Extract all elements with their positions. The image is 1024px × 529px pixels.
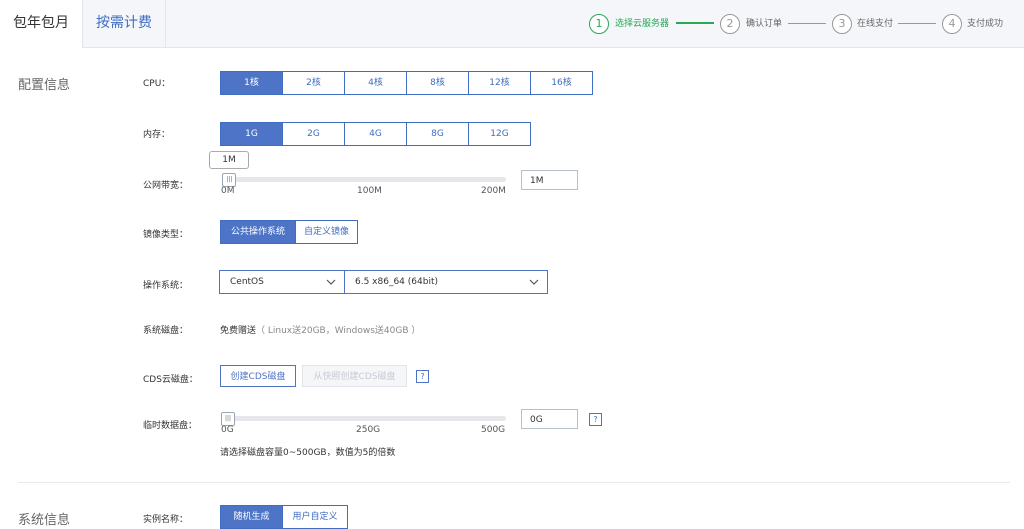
cpu-option-1[interactable]: 1核: [221, 72, 283, 94]
memory-selector: 1G 2G 4G 8G 12G: [220, 122, 531, 146]
step-2-label: 确认订单: [746, 19, 783, 29]
cds-help-icon[interactable]: ?: [416, 370, 429, 383]
instance-name-random[interactable]: 随机生成: [221, 506, 283, 528]
section-divider: [18, 482, 1010, 483]
create-cds-from-snapshot-button[interactable]: 从快照创建CDS磁盘: [302, 365, 407, 387]
os-version-value: 6.5 x86_64 (64bit): [355, 277, 438, 287]
image-type-selector: 公共操作系统 自定义镜像: [220, 220, 358, 244]
cpu-option-4[interactable]: 4核: [345, 72, 407, 94]
step-2-circle: 2: [720, 14, 740, 34]
os-distro-value: CentOS: [230, 277, 264, 287]
os-distro-select[interactable]: CentOS: [219, 270, 345, 294]
instance-name-selector: 随机生成 用户自定义: [220, 505, 348, 529]
system-disk-label: 系统磁盘：: [143, 326, 189, 336]
system-disk-text: 免费赠送: [220, 326, 257, 336]
step-connector: [676, 22, 714, 24]
image-type-custom[interactable]: 自定义镜像: [296, 221, 357, 243]
create-cds-button[interactable]: 创建CDS磁盘: [220, 365, 296, 387]
temp-disk-help-icon[interactable]: ?: [589, 413, 602, 426]
instance-name-label: 实例名称：: [143, 515, 189, 525]
chevron-down-icon: [326, 279, 336, 285]
cpu-option-8[interactable]: 8核: [407, 72, 469, 94]
instance-name-custom[interactable]: 用户自定义: [283, 506, 347, 528]
cpu-option-16[interactable]: 16核: [531, 72, 592, 94]
memory-option-1g[interactable]: 1G: [221, 123, 283, 145]
memory-label: 内存：: [143, 130, 171, 140]
temp-disk-tick-mid: 250G: [356, 425, 381, 435]
temp-disk-tick-max: 500G: [481, 425, 506, 435]
temp-disk-label: 临时数据盘：: [143, 421, 198, 431]
section-title-config: 配置信息: [18, 78, 71, 93]
temp-disk-slider-track[interactable]: [222, 416, 506, 421]
bandwidth-slider-track[interactable]: [222, 177, 506, 182]
cpu-selector: 1核 2核 4核 8核 12核 16核: [220, 71, 593, 95]
cds-label: CDS云磁盘：: [143, 375, 198, 385]
bandwidth-tick-mid: 100M: [357, 186, 382, 196]
section-title-system: 系统信息: [18, 513, 71, 528]
bandwidth-slider-handle[interactable]: |||: [222, 173, 237, 187]
bandwidth-tooltip: 1M: [209, 151, 249, 169]
os-label: 操作系统：: [143, 281, 189, 291]
cpu-label: CPU：: [143, 79, 171, 89]
memory-option-2g[interactable]: 2G: [283, 123, 345, 145]
step-4-label: 支付成功: [967, 19, 1004, 29]
memory-option-12g[interactable]: 12G: [469, 123, 530, 145]
bandwidth-label: 公网带宽：: [143, 181, 189, 191]
os-version-select[interactable]: 6.5 x86_64 (64bit): [344, 270, 548, 294]
step-3-label: 在线支付: [857, 19, 894, 29]
temp-disk-hint: 请选择磁盘容量0~500GB，数值为5的倍数: [220, 448, 396, 458]
step-connector: [898, 23, 936, 24]
system-disk-info: 免费赠送（ Linux送20GB，Windows送40GB ）: [220, 323, 420, 336]
temp-disk-tick-min: 0G: [221, 425, 234, 435]
bandwidth-tick-min: 0M: [221, 186, 235, 196]
cpu-option-12[interactable]: 12核: [469, 72, 531, 94]
bandwidth-input[interactable]: 1M: [521, 170, 578, 190]
step-4-circle: 4: [942, 14, 962, 34]
memory-option-4g[interactable]: 4G: [345, 123, 407, 145]
step-3-circle: 3: [832, 14, 852, 34]
step-1-label: 选择云服务器: [615, 19, 670, 29]
step-connector: [788, 23, 826, 24]
temp-disk-slider-handle[interactable]: |||: [221, 412, 235, 426]
temp-disk-input[interactable]: 0G: [521, 409, 578, 429]
memory-option-8g[interactable]: 8G: [407, 123, 469, 145]
chevron-down-icon: [529, 279, 539, 285]
tab-pay-per-use[interactable]: 按需计费: [83, 0, 166, 47]
tab-monthly[interactable]: 包年包月: [0, 0, 83, 48]
image-type-public-os[interactable]: 公共操作系统: [221, 221, 296, 243]
cpu-option-2[interactable]: 2核: [283, 72, 345, 94]
image-type-label: 镜像类型：: [143, 230, 189, 240]
bandwidth-tick-max: 200M: [481, 186, 506, 196]
step-1-circle: 1: [589, 14, 609, 34]
system-disk-note: （ Linux送20GB，Windows送40GB ）: [256, 326, 421, 336]
